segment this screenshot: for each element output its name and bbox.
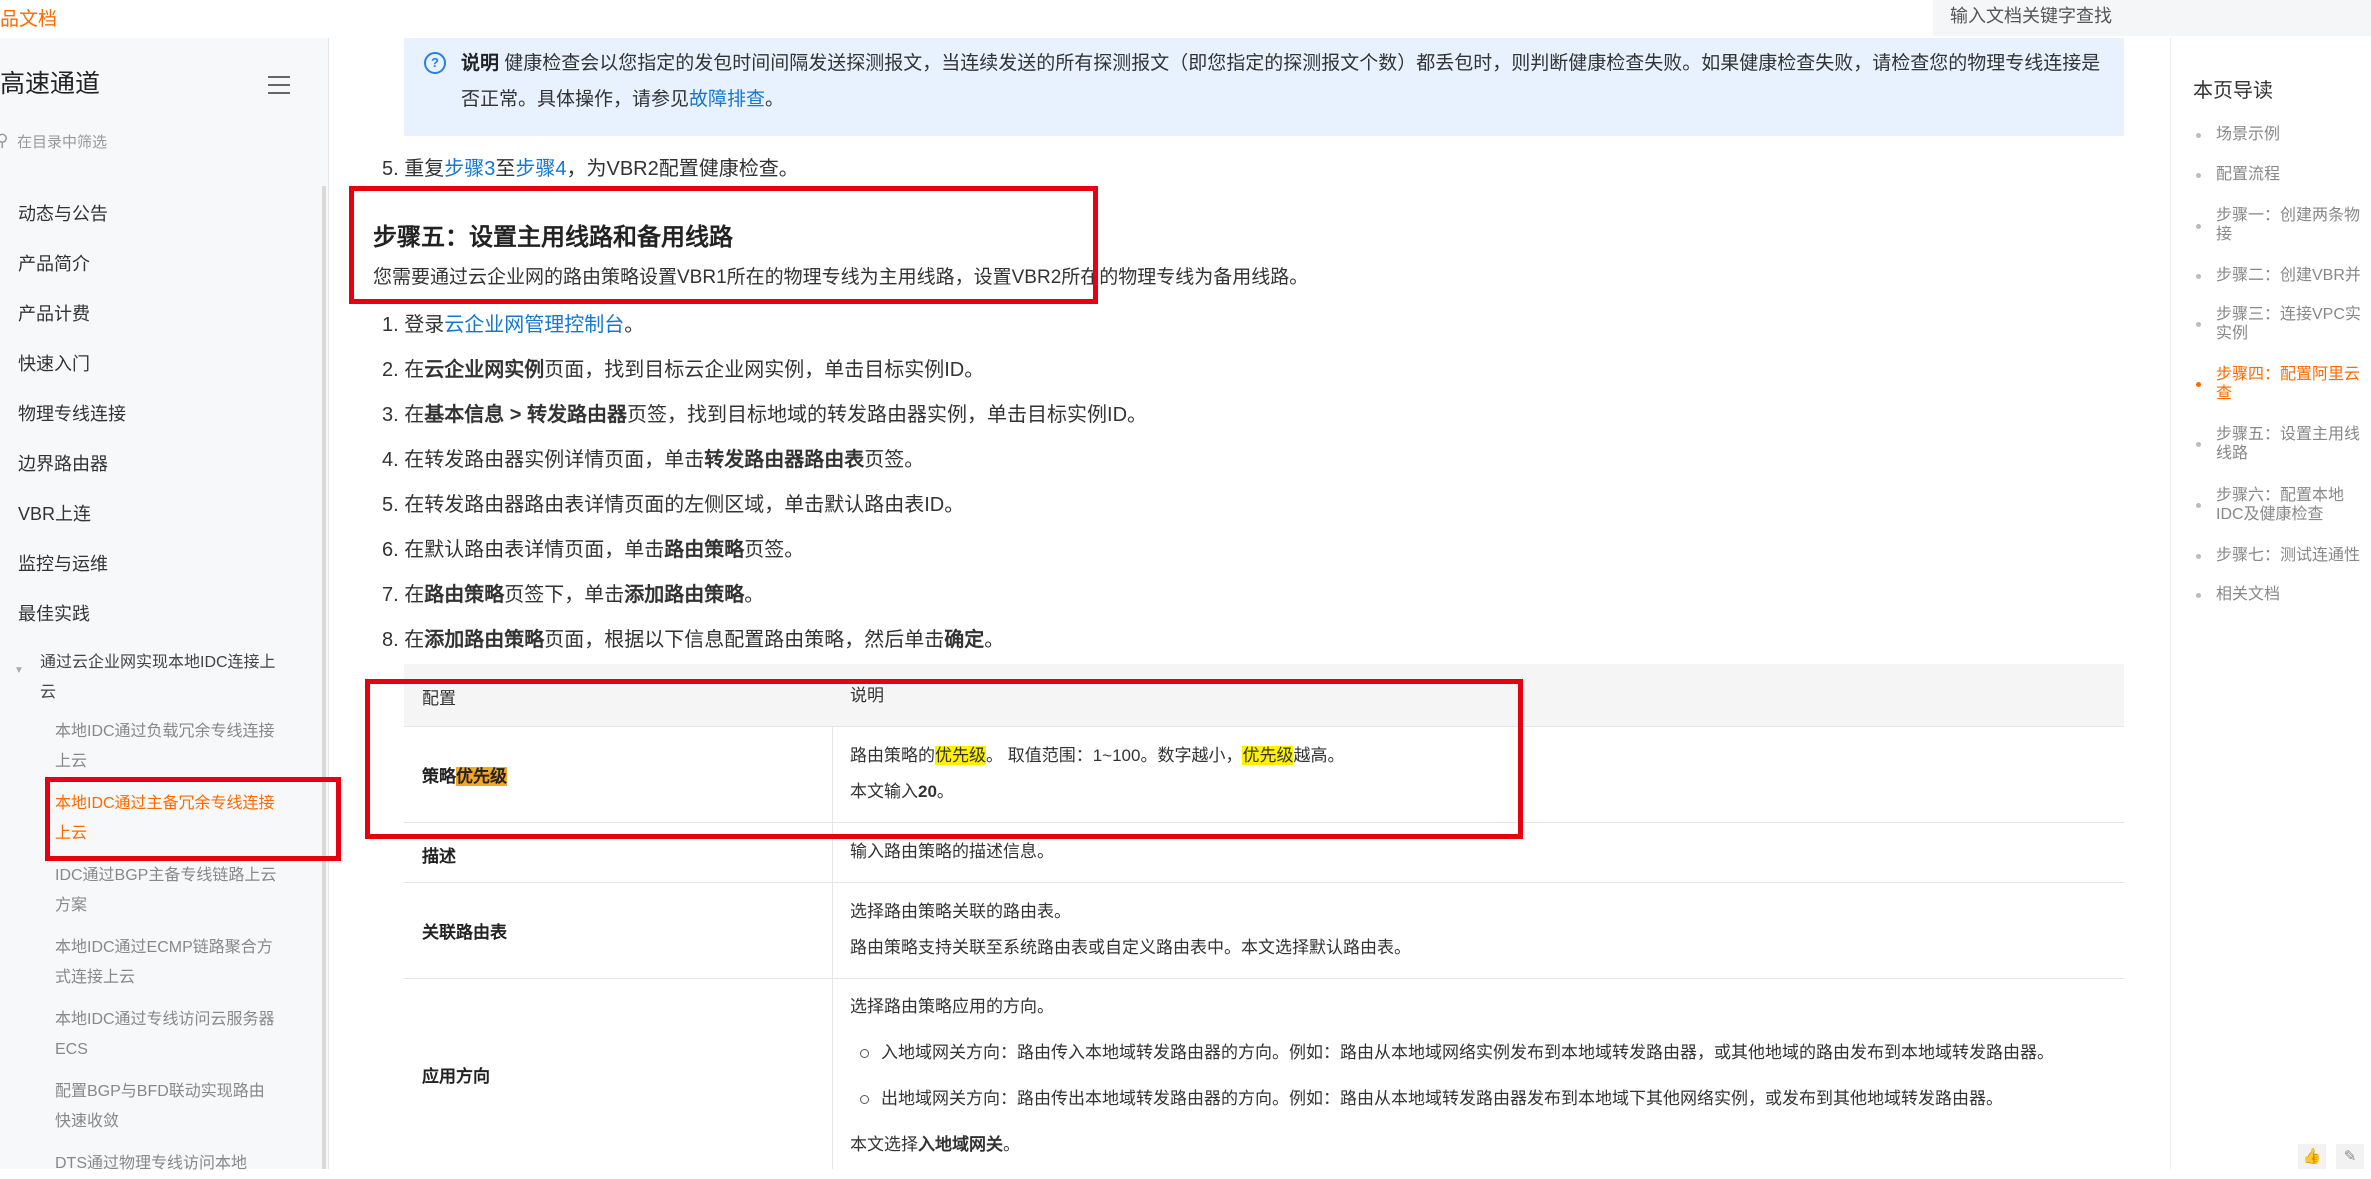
brand-link[interactable]: 品文档 [0, 4, 57, 31]
sidebar-subitem-ecmp[interactable]: 本地IDC通过ECMP链路聚合方式连接上云 [55, 933, 280, 993]
chevron-down-icon[interactable]: ▼ [14, 665, 24, 676]
table-row: 关联路由表 选择路由策略关联的路由表。 路由策略支持关联至系统路由表或自定义路由… [404, 882, 2124, 979]
step-6: 6. 在默认路由表详情页面，单击路由策略页签。 [382, 539, 805, 561]
note-label: 说明 [461, 53, 500, 74]
sidebar-subitem-load-redundant[interactable]: 本地IDC通过负载冗余专线连接上云 [55, 717, 280, 777]
toc-item-step5[interactable]: 步骤五：设置主用线线路 [2216, 425, 2366, 463]
sidebar-item-product-intro[interactable]: 产品简介 [18, 250, 90, 276]
toc-bullet-icon [2196, 593, 2201, 598]
step-1: 1. 登录云企业网管理控制台。 [382, 314, 645, 336]
sidebar-title: 高速通道 [0, 70, 101, 98]
step-3: 3. 在基本信息 > 转发路由器页签，找到目标地域的转发路由器实例，单击目标实例… [382, 404, 1148, 426]
toc-item-step2[interactable]: 步骤二：创建VBR并 [2216, 266, 2371, 285]
bullet-icon [860, 1049, 869, 1059]
sidebar-item-vbr[interactable]: 边界路由器 [18, 450, 108, 476]
toc-item-flow[interactable]: 配置流程 [2216, 165, 2371, 184]
toc-bullet-icon [2196, 224, 2201, 229]
bullet-icon [860, 1095, 869, 1105]
toc-bullet-icon [2196, 554, 2201, 559]
sidebar-item-billing[interactable]: 产品计费 [18, 300, 90, 326]
table-row: 应用方向 选择路由策略应用的方向。 入地域网关方向：路由传入本地域转发路由器的方… [404, 978, 2124, 1178]
step3-link[interactable]: 步骤3 [444, 158, 495, 180]
description-desc: 输入路由策略的描述信息。 [850, 842, 1054, 861]
toc-bullet-icon [2196, 133, 2201, 138]
cen-console-link[interactable]: 云企业网管理控制台 [444, 314, 624, 336]
troubleshooting-link[interactable]: 故障排查 [689, 89, 765, 110]
step-repeat-health-check: 5. 重复步骤3至步骤4，为VBR2配置健康检查。 [382, 158, 799, 180]
menu-icon[interactable] [268, 76, 290, 94]
annotation-box-priority [365, 679, 1523, 839]
search-icon: ⚲ [0, 131, 9, 150]
thumbs-up-icon[interactable]: 👍 [2298, 1144, 2326, 1169]
feedback-icon[interactable]: ✎ [2336, 1144, 2364, 1169]
sidebar-item-best-practices[interactable]: 最佳实践 [18, 600, 90, 626]
toc-divider [2170, 38, 2171, 1169]
toc-bullet-icon [2196, 274, 2201, 279]
step-7: 7. 在路由策略页签下，单击添加路由策略。 [382, 584, 765, 606]
annotation-box-heading [349, 186, 1098, 304]
step-5: 5. 在转发路由器路由表详情页面的左侧区域，单击默认路由表ID。 [382, 494, 965, 516]
toc-item-step6[interactable]: 步骤六：配置本地IDC及健康检查 [2216, 486, 2366, 524]
toc-bullet-icon [2196, 382, 2201, 387]
toc-item-step4[interactable]: 步骤四：配置阿里云查 [2216, 365, 2366, 403]
sidebar-item-quick-start[interactable]: 快速入门 [18, 350, 90, 376]
toc-item-step1[interactable]: 步骤一：创建两条物接 [2216, 206, 2366, 244]
sidebar-filter-input[interactable]: 在目录中筛选 [17, 131, 107, 152]
sidebar-section-cen-idc[interactable]: 通过云企业网实现本地IDC连接上云 [40, 648, 280, 708]
annotation-box-sidebar [45, 777, 341, 861]
route-table-label: 关联路由表 [422, 923, 507, 942]
step-2: 2. 在云企业网实例页面，找到目标云企业网实例，单击目标实例ID。 [382, 359, 985, 381]
sidebar-subitem-dts[interactable]: DTS通过物理专线访问本地 [55, 1149, 280, 1179]
sidebar-subitem-bgp-standby[interactable]: IDC通过BGP主备专线链路上云方案 [55, 861, 280, 921]
toc-title: 本页导读 [2193, 80, 2273, 102]
toc-bullet-icon [2196, 322, 2201, 327]
note-text: 说明 健康检查会以您指定的发包时间间隔发送探测报文，当连续发送的所有探测报文（即… [461, 53, 2101, 110]
sidebar-scrollbar[interactable] [322, 186, 326, 1169]
step4-link[interactable]: 步骤4 [515, 158, 566, 180]
sidebar-item-announcements[interactable]: 动态与公告 [18, 200, 108, 226]
question-icon: ? [424, 52, 446, 74]
toc-item-step7[interactable]: 步骤七：测试连通性 [2216, 546, 2371, 565]
toc-item-related-docs[interactable]: 相关文档 [2216, 585, 2371, 604]
search-placeholder: 输入文档关键字查找 [1950, 6, 2112, 26]
step-8: 8. 在添加路由策略页面，根据以下信息配置路由策略，然后单击确定。 [382, 629, 1005, 651]
sidebar-item-monitoring[interactable]: 监控与运维 [18, 550, 108, 576]
toc-bullet-icon [2196, 442, 2201, 447]
description-label: 描述 [422, 847, 456, 866]
sidebar-item-vbr-uplink[interactable]: VBR上连 [18, 500, 91, 526]
toc-bullet-icon [2196, 173, 2201, 178]
sidebar-item-physical-connection[interactable]: 物理专线连接 [18, 400, 126, 426]
step-4: 4. 在转发路由器实例详情页面，单击转发路由器路由表页签。 [382, 449, 925, 471]
sidebar-subitem-ecs-access[interactable]: 本地IDC通过专线访问云服务器ECS [55, 1005, 280, 1065]
toc-item-scenario[interactable]: 场景示例 [2216, 125, 2371, 144]
route-table-desc: 选择路由策略关联的路由表。 路由策略支持关联至系统路由表或自定义路由表中。本文选… [850, 902, 1411, 957]
toc-item-step3[interactable]: 步骤三：连接VPC实实例 [2216, 305, 2366, 343]
direction-desc: 选择路由策略应用的方向。 入地域网关方向：路由传入本地域转发路由器的方向。例如：… [850, 997, 2054, 1154]
direction-label: 应用方向 [422, 1067, 490, 1086]
toc-bullet-icon [2196, 503, 2201, 508]
sidebar-subitem-bgp-bfd[interactable]: 配置BGP与BFD联动实现路由快速收敛 [55, 1077, 280, 1137]
